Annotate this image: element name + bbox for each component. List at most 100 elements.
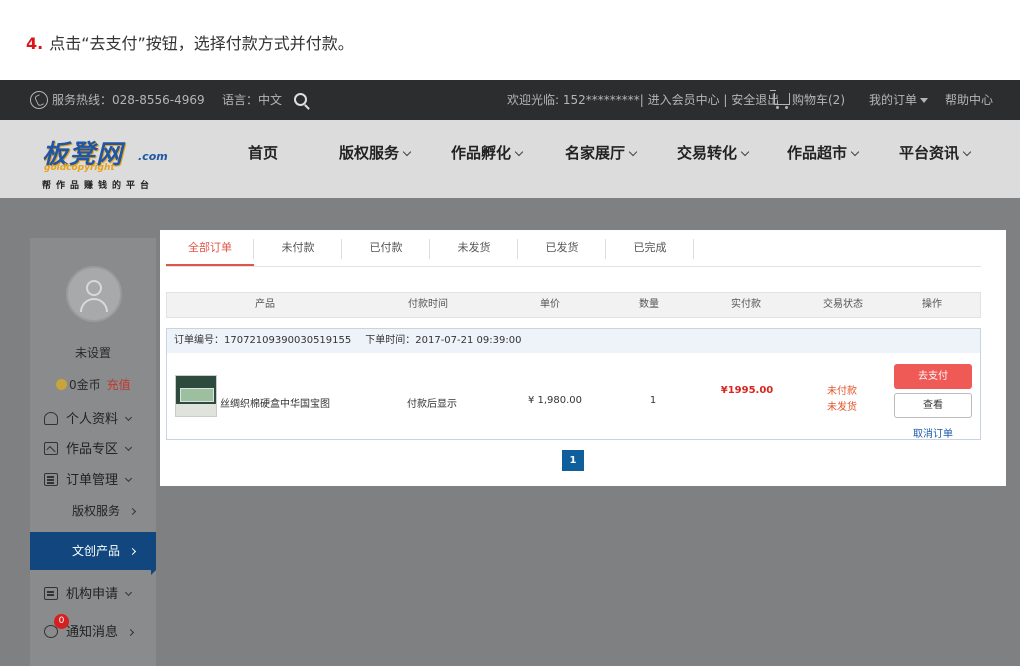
pay-button[interactable]: 去支付 [894, 364, 972, 389]
status-shipping: 未发货 [827, 402, 857, 413]
cart-link[interactable]: 购物车(2) [770, 80, 845, 120]
header-status: 交易状态 [823, 299, 863, 310]
chevron-down-icon [514, 147, 524, 157]
nav-market[interactable]: 作品超市 [787, 142, 860, 163]
my-orders-link[interactable]: 我的订单 [869, 80, 929, 120]
cart-icon [770, 89, 790, 109]
hotline: 服务热线：028-8556-4969 [30, 80, 205, 120]
help-center-link[interactable]: 帮助中心 [945, 80, 993, 120]
step-number: 4. [26, 34, 44, 53]
nav-incubation-label: 作品孵化 [451, 144, 512, 162]
quantity-value: 1 [649, 395, 657, 406]
unit-price-value: ¥ 1,980.00 [527, 395, 583, 406]
product-name[interactable]: 丝绸织棉硬盒中华国宝图 [220, 395, 330, 410]
sidebar-item-works[interactable]: 作品专区 [44, 438, 133, 457]
instruction-body: 点击“去支付”按钮，选择付款方式并付款。 [49, 34, 354, 53]
sidebar-item-orders[interactable]: 订单管理 [44, 469, 133, 488]
chevron-right-icon [126, 628, 135, 637]
header-quantity: 数量 [639, 299, 659, 310]
chevron-down-icon [850, 147, 860, 157]
product-thumbnail[interactable] [175, 375, 217, 417]
nav-trade[interactable]: 交易转化 [677, 142, 750, 163]
coin-icon [56, 379, 67, 390]
header-product: 产品 [255, 299, 275, 310]
sidebar-item-label: 个人资料 [66, 412, 119, 427]
top-bar: 服务热线：028-8556-4969 语言：中文 欢迎光临: 152******… [0, 80, 1020, 120]
nav-copyright-service[interactable]: 版权服务 [339, 142, 412, 163]
welcome-text[interactable]: 欢迎光临: 152*********| 进入会员中心 | 安全退出 [507, 93, 779, 107]
header-unit-price: 单价 [540, 299, 560, 310]
user-nickname: 未设置 [74, 346, 111, 360]
site-logo[interactable]: 板凳网 .com goldcopyright 帮作品赚钱的平台 [40, 132, 170, 192]
search-icon [294, 93, 307, 106]
sidebar-item-institution[interactable]: 机构申请 [44, 583, 133, 602]
sidebar-item-label: 作品专区 [66, 442, 119, 457]
pagination-page-1[interactable]: 1 [562, 450, 584, 471]
logo-slogan: 帮作品赚钱的平台 [42, 181, 155, 191]
my-orders-text: 我的订单 [869, 93, 918, 107]
tab-paid[interactable]: 已付款 [342, 236, 430, 266]
view-button[interactable]: 查看 [894, 393, 972, 418]
order-card: 订单编号：17072109390030519155 下单时间：2017-07-21… [166, 328, 981, 440]
cancel-order-link[interactable]: 取消订单 [894, 425, 972, 440]
phone-icon [30, 90, 48, 109]
sidebar-item-label: 通知消息 [66, 625, 119, 640]
chevron-right-icon [128, 547, 137, 556]
tab-all-orders[interactable]: 全部订单 [166, 236, 254, 266]
nav-home[interactable]: 首页 [248, 142, 278, 163]
nav-incubation[interactable]: 作品孵化 [451, 142, 524, 163]
nav-trade-label: 交易转化 [677, 144, 738, 162]
language-text: 语言：中文 [222, 93, 283, 107]
logo-english: goldcopyright [44, 163, 115, 173]
nav-home-label: 首页 [248, 144, 279, 162]
tab-unpaid[interactable]: 未付款 [254, 236, 342, 266]
logo-suffix: .com [138, 150, 168, 163]
image-icon [44, 442, 58, 455]
trade-status: 未付款 未发货 [827, 384, 857, 416]
chevron-down-icon [628, 147, 638, 157]
chevron-down-icon [124, 443, 133, 452]
instruction-text: 4. 点击“去支付”按钮，选择付款方式并付款。 [26, 30, 354, 54]
sidebar-item-profile[interactable]: 个人资料 [44, 408, 133, 427]
help-text: 帮助中心 [945, 93, 994, 107]
chevron-down-icon [740, 147, 750, 157]
user-icon [44, 412, 58, 425]
main-nav: 板凳网 .com goldcopyright 帮作品赚钱的平台 首页 版权服务 … [0, 120, 1020, 198]
sidebar-subitem-creative-products[interactable]: 文创产品 [30, 532, 156, 575]
coin-balance: 0金币 充值 [56, 376, 131, 393]
chevron-down-icon [124, 413, 133, 422]
chevron-down-icon [124, 474, 133, 483]
chevron-down-icon [962, 147, 972, 157]
nav-news[interactable]: 平台资讯 [899, 142, 972, 163]
status-payment: 未付款 [827, 386, 857, 397]
search-button[interactable] [294, 80, 307, 120]
recharge-link[interactable]: 充值 [107, 378, 131, 392]
sidebar-subitem-copyright[interactable]: 版权服务 [72, 502, 137, 519]
hotline-text: 服务热线：028-8556-4969 [52, 93, 205, 107]
sidebar-subitem-label: 版权服务 [72, 504, 121, 518]
list-icon [44, 473, 58, 486]
coin-text: 0金币 [69, 378, 101, 392]
document-icon [44, 587, 58, 600]
chevron-right-icon [128, 507, 137, 516]
nav-gallery-label: 名家展厅 [565, 144, 626, 162]
sidebar-item-label: 机构申请 [66, 587, 119, 602]
welcome-links[interactable]: 欢迎光临: 152*********| 进入会员中心 | 安全退出 [507, 80, 779, 120]
chevron-down-icon [124, 588, 133, 597]
order-tabs: 全部订单 未付款 已付款 未发货 已发货 已完成 [166, 236, 981, 267]
sidebar-subitem-label: 文创产品 [72, 544, 121, 558]
nav-news-label: 平台资讯 [899, 144, 960, 162]
header-pay-time: 付款时间 [408, 299, 448, 310]
avatar[interactable] [66, 266, 122, 322]
avatar-head-icon [86, 280, 102, 296]
tab-shipped[interactable]: 已发货 [518, 236, 606, 266]
order-time: 下单时间：2017-07-21 09:39:00 [365, 335, 522, 346]
sidebar-item-label: 订单管理 [66, 473, 119, 488]
order-panel: 全部订单 未付款 已付款 未发货 已发货 已完成 产品 付款时间 单价 数量 实… [160, 230, 1006, 486]
nav-market-label: 作品超市 [787, 144, 848, 162]
tab-unshipped[interactable]: 未发货 [430, 236, 518, 266]
language-selector[interactable]: 语言：中文 [222, 80, 282, 120]
notification-badge: 0 [54, 614, 69, 629]
nav-gallery[interactable]: 名家展厅 [565, 142, 638, 163]
tab-completed[interactable]: 已完成 [606, 236, 694, 266]
